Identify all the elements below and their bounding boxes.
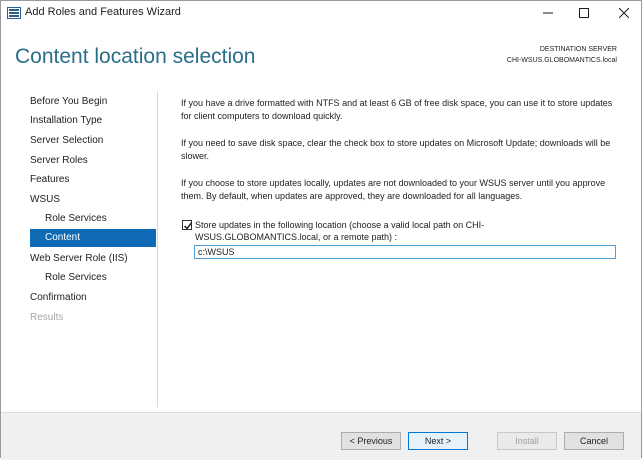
store-updates-label[interactable]: Store updates in the following location …	[195, 219, 535, 243]
server-manager-icon	[7, 6, 21, 19]
window-title: Add Roles and Features Wizard	[25, 6, 181, 18]
minimize-icon[interactable]	[531, 1, 565, 25]
nav-item-confirmation[interactable]: Confirmation	[30, 292, 87, 303]
next-button[interactable]: Next >	[408, 432, 468, 450]
wizard-window: Add Roles and Features Wizard Content lo…	[0, 0, 642, 460]
content-path-input[interactable]	[194, 245, 616, 259]
close-icon[interactable]	[607, 1, 641, 25]
info-text-ntfs: If you have a drive formatted with NTFS …	[181, 98, 613, 121]
install-button: Install	[497, 432, 557, 450]
nav-item-installation-type[interactable]: Installation Type	[30, 115, 102, 126]
nav-item-wsus-role-services[interactable]: Role Services	[45, 213, 107, 224]
info-text-disk-space: If you need to save disk space, clear th…	[181, 138, 611, 161]
nav-item-server-selection[interactable]: Server Selection	[30, 135, 103, 146]
info-text-store-locally: If you choose to store updates locally, …	[181, 178, 606, 201]
store-updates-checkbox[interactable]	[182, 220, 193, 230]
title-bar[interactable]: Add Roles and Features Wizard	[1, 1, 641, 25]
nav-item-before-you-begin[interactable]: Before You Begin	[30, 96, 107, 107]
cancel-button[interactable]: Cancel	[564, 432, 624, 450]
destination-server-label: DESTINATION SERVER	[539, 46, 617, 53]
nav-item-content[interactable]: Content	[45, 232, 80, 243]
nav-divider	[157, 91, 158, 407]
nav-item-wsus[interactable]: WSUS	[30, 194, 60, 205]
previous-button[interactable]: < Previous	[341, 432, 401, 450]
nav-item-web-server-role[interactable]: Web Server Role (IIS)	[30, 253, 128, 264]
nav-item-results: Results	[30, 312, 64, 323]
nav-item-iis-role-services[interactable]: Role Services	[45, 272, 107, 283]
page-title: Content location selection	[15, 45, 256, 68]
nav-item-server-roles[interactable]: Server Roles	[30, 155, 88, 166]
checkmark-icon	[183, 222, 193, 230]
maximize-icon[interactable]	[567, 1, 601, 25]
nav-item-features[interactable]: Features	[30, 174, 69, 185]
destination-server-name: CHI-WSUS.GLOBOMANTICS.local	[506, 57, 617, 64]
